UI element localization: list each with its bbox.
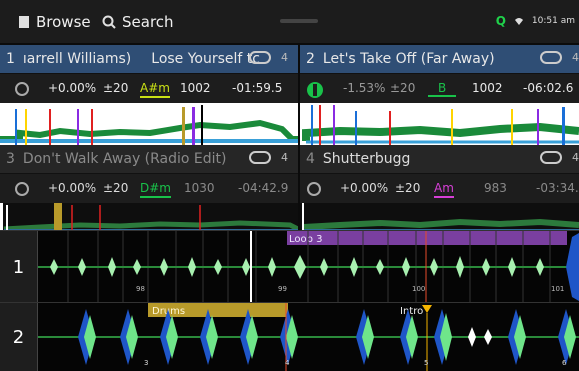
key: A#m — [140, 81, 170, 98]
deck-4[interactable]: 4 Shutterbugg 4 +0.00% ±20 Am 983 -03:34… — [300, 145, 579, 230]
time-remaining: -06:02.6 — [523, 81, 574, 95]
deck-2-info: -1.53% ±20 B 1002 -06:02.6 — [300, 73, 579, 102]
deck-1-info: +0.00% ±20 A#m 1002 -01:59.5 — [0, 73, 298, 102]
deck-4-titlebar[interactable]: 4 Shutterbugg 4 — [300, 145, 579, 173]
bpm: 1030 — [184, 181, 215, 195]
beat-label: 4 — [285, 359, 290, 367]
scrolling-waveform[interactable]: Drums Intro 3 4 5 6 — [38, 303, 579, 371]
loop-region-label: Loop 3 — [289, 234, 323, 245]
loop-icon[interactable] — [540, 51, 562, 64]
loop-icon[interactable] — [249, 151, 271, 164]
deck-2[interactable]: 2 Let's Take Off (Far Away) 4 -1.53% ±20… — [300, 45, 579, 145]
loop-icon[interactable] — [249, 51, 271, 64]
beat-label: 100 — [412, 285, 425, 293]
key: B — [428, 81, 457, 97]
time-remaining: -03:34.6 — [536, 181, 579, 195]
sync-icon[interactable] — [14, 181, 30, 197]
clock: 10:51 am — [531, 16, 575, 26]
loop-icon[interactable] — [540, 151, 562, 164]
beat-label: 5 — [424, 359, 428, 367]
deck-4-info: +0.00% ±20 Am 983 -03:34.6 — [300, 173, 579, 202]
track-artist: ıarrell Williams) — [22, 51, 132, 67]
waveform-lane-1[interactable]: 1 Loop 3 98 99 100 101 — [0, 230, 579, 303]
cue-label: Intro — [400, 306, 423, 317]
deck-2-titlebar[interactable]: 2 Let's Take Off (Far Away) 4 — [300, 45, 579, 73]
beat-label: 6 — [562, 359, 567, 367]
deck-1[interactable]: 1 ıarrell Williams) Lose Yourself tc 4 +… — [0, 45, 298, 145]
status-q: Q — [495, 14, 506, 28]
folder-icon — [19, 16, 29, 28]
track-title: Let's Take Off (Far Away) — [322, 51, 495, 67]
sync-icon[interactable] — [306, 81, 324, 99]
waveform-lane-2[interactable]: 2 Drums Intro 3 4 5 6 — [0, 302, 579, 371]
loop-count: 4 — [572, 51, 579, 64]
beat-label: 98 — [136, 285, 145, 293]
beat-label: 101 — [551, 285, 564, 293]
beat-label: 3 — [144, 359, 148, 367]
search-label: Search — [122, 13, 174, 31]
status-area: Q 10:51 am — [496, 14, 575, 28]
cue-marker[interactable] — [422, 305, 432, 313]
deck-3[interactable]: 3 Don't Walk Away (Radio Edit) 4 +0.00% … — [0, 145, 298, 230]
time-remaining: -01:59.5 — [232, 81, 283, 95]
pitch: +0.00% — [48, 181, 97, 195]
key: D#m — [140, 181, 171, 198]
overview-waveform[interactable] — [300, 103, 579, 145]
pitch-range: ±20 — [390, 81, 416, 95]
key: Am — [434, 181, 454, 198]
overview-waveform[interactable] — [0, 203, 298, 230]
lane-number: 1 — [0, 231, 38, 303]
bpm: 1002 — [472, 81, 503, 95]
pitch: +0.00% — [48, 81, 97, 95]
loop-count: 4 — [281, 51, 288, 64]
deck-3-titlebar[interactable]: 3 Don't Walk Away (Radio Edit) 4 — [0, 145, 298, 173]
top-bar: Browse Search Q 10:51 am — [0, 0, 579, 43]
loop-count: 4 — [281, 151, 288, 164]
deck-1-titlebar[interactable]: 1 ıarrell Williams) Lose Yourself tc 4 — [0, 45, 298, 73]
scrolling-waveform[interactable]: Loop 3 98 99 100 101 — [38, 231, 579, 303]
pitch-range: ±20 — [395, 181, 421, 195]
beat-label: 99 — [278, 285, 287, 293]
sync-icon[interactable] — [14, 81, 30, 97]
deck-number: 3 — [6, 151, 15, 167]
deck-number: 2 — [306, 51, 315, 67]
lane-number: 2 — [0, 303, 38, 371]
panel-drag-handle[interactable] — [280, 19, 318, 23]
browse-label: Browse — [36, 13, 91, 31]
wifi-icon — [514, 18, 523, 25]
pitch-range: ±20 — [103, 81, 129, 95]
sync-icon[interactable] — [306, 181, 322, 197]
deck-number: 1 — [6, 51, 15, 67]
pitch: -1.53% — [343, 81, 386, 95]
overview-waveform[interactable] — [0, 103, 298, 145]
track-title: Shutterbugg — [322, 151, 411, 167]
time-remaining: -04:42.9 — [238, 181, 289, 195]
deck-number: 4 — [306, 151, 315, 167]
track-title: Lose Yourself tc — [151, 51, 260, 67]
bpm: 1002 — [180, 81, 211, 95]
pitch-range: ±20 — [103, 181, 129, 195]
pitch: +0.00% — [340, 181, 389, 195]
track-title: Don't Walk Away (Radio Edit) — [22, 151, 227, 167]
search-icon — [102, 15, 116, 29]
deck-3-info: +0.00% ±20 D#m 1030 -04:42.9 — [0, 173, 298, 202]
overview-waveform[interactable] — [300, 203, 579, 230]
loop-count: 4 — [572, 151, 579, 164]
search-button[interactable]: Search — [102, 13, 174, 31]
browse-button[interactable]: Browse — [18, 13, 91, 31]
bpm: 983 — [484, 181, 507, 195]
